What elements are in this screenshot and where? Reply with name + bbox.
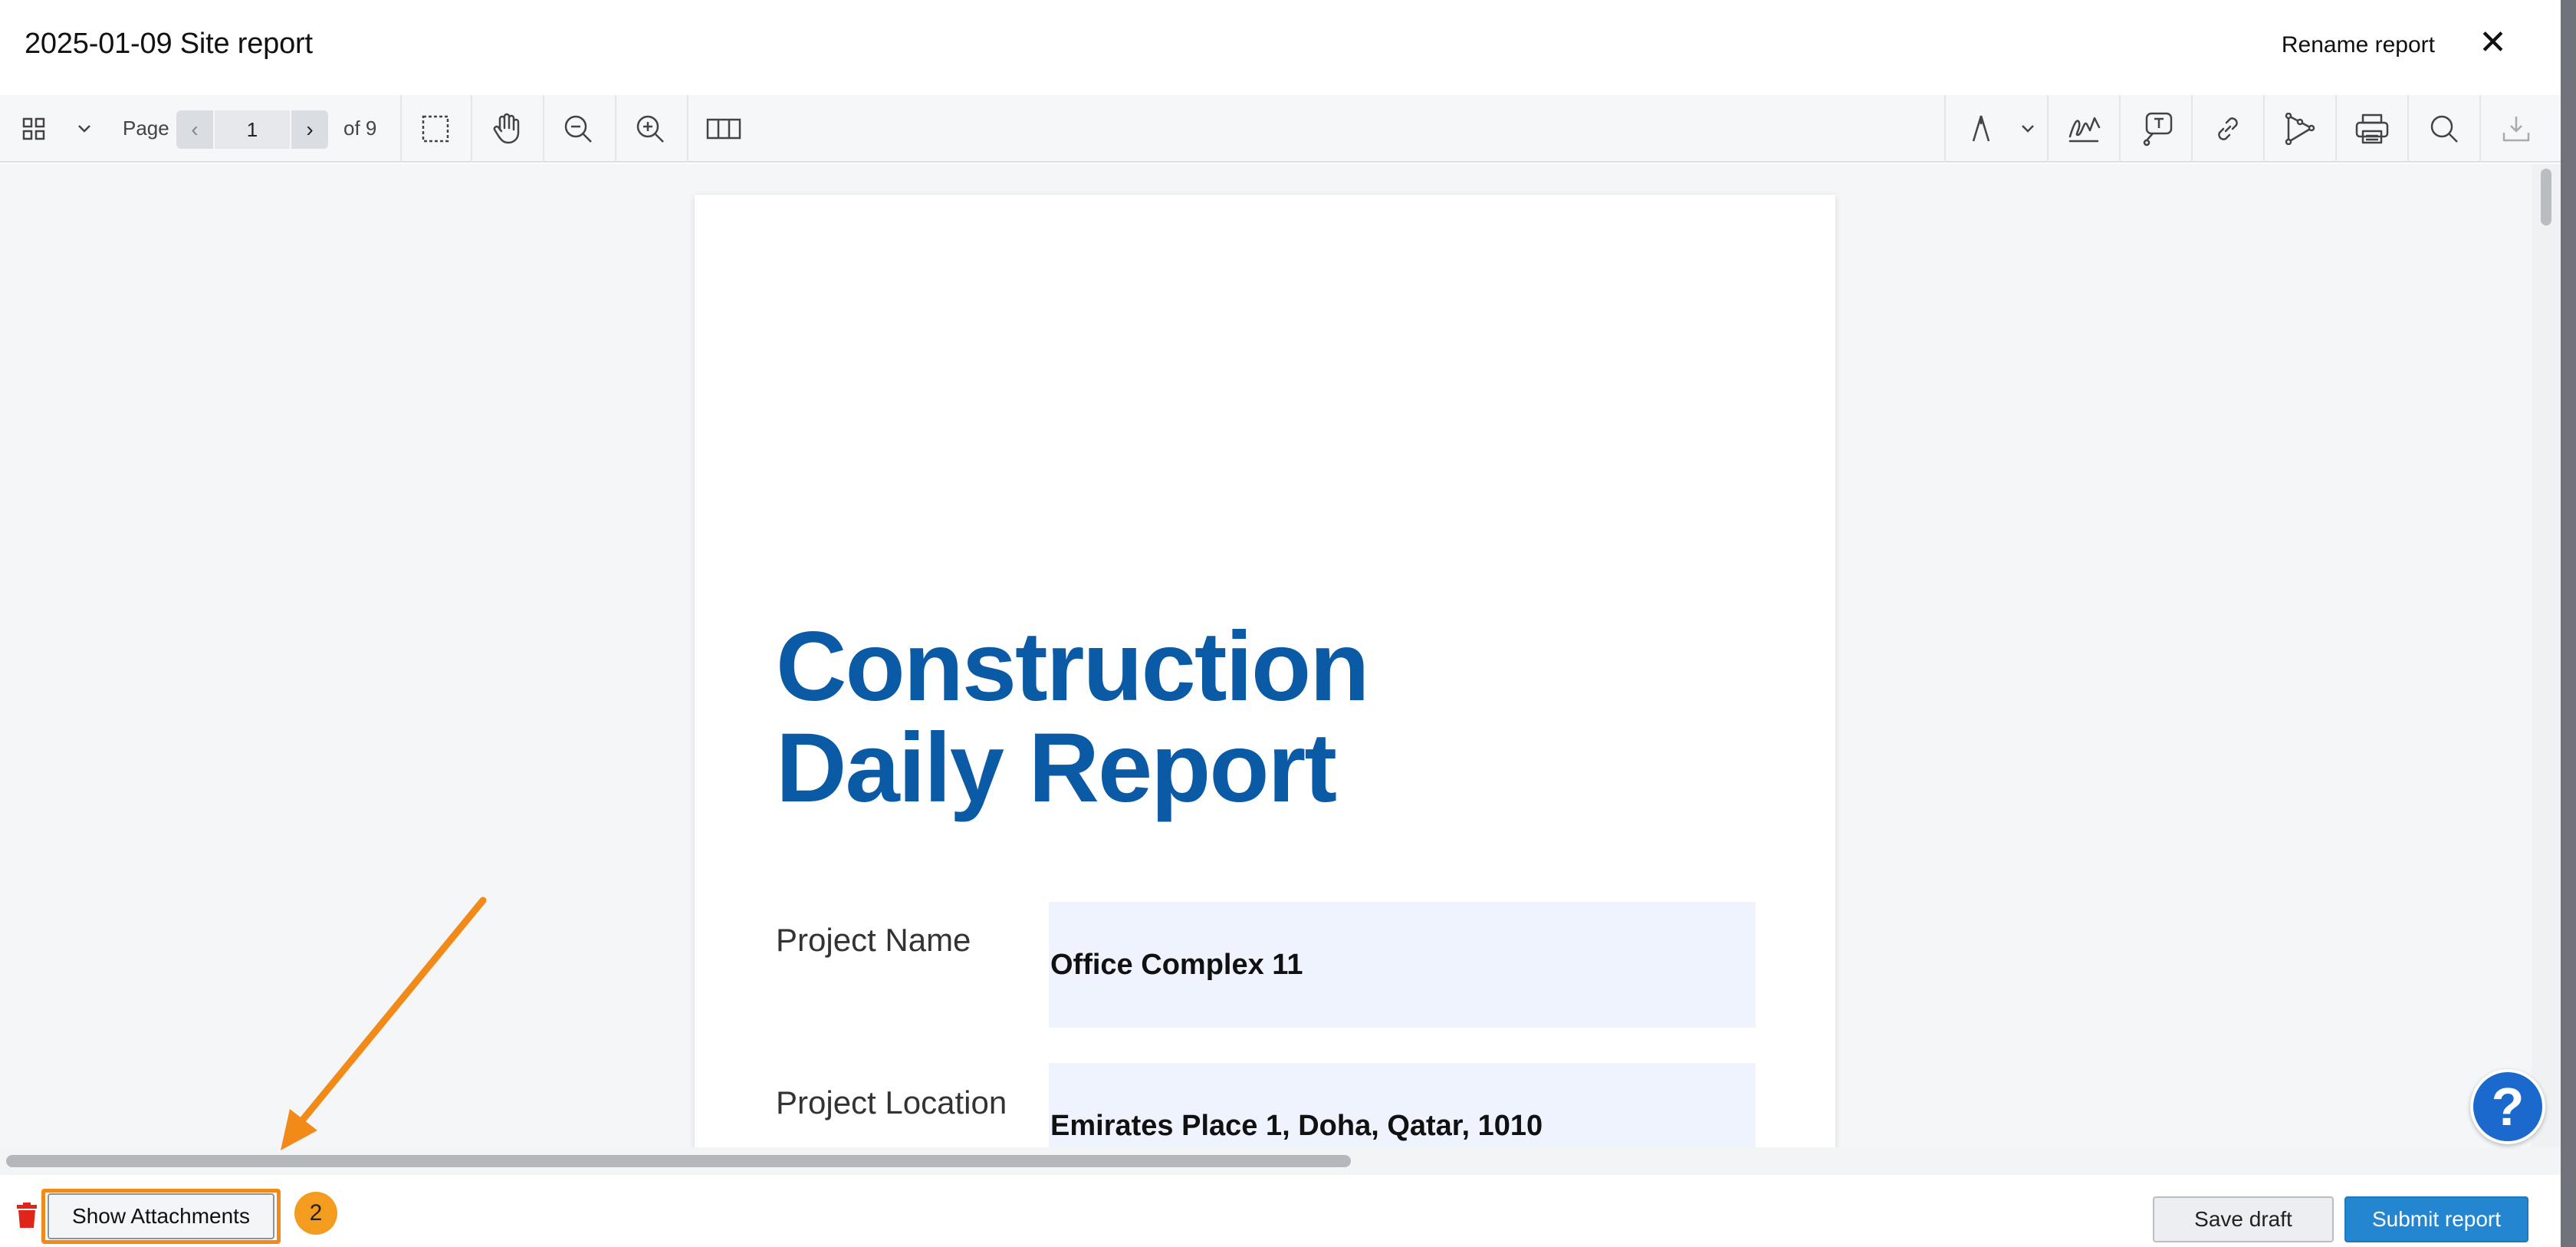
horizontal-scrollbar-thumb[interactable] [6,1155,1351,1167]
save-draft-button[interactable]: Save draft [2153,1196,2334,1242]
project-location-value: Emirates Place 1, Doha, Qatar, 1010 [1050,1109,1543,1142]
text-comment-icon[interactable] [2137,95,2176,163]
project-location-label: Project Location [776,1084,1007,1120]
print-icon[interactable] [2354,95,2390,163]
zoom-out-icon[interactable] [560,95,596,163]
report-title: 2025-01-09 Site report [25,28,313,60]
heading-line-1: Construction [776,612,1369,722]
vertical-scrollbar-thumb[interactable] [2541,169,2551,225]
report-viewer-app: 2025-01-09 Site report Rename report ✕ P… [0,0,2576,1247]
document-page: Construction Daily Report Project Name O… [695,195,1835,1147]
project-location-field[interactable]: Emirates Place 1, Doha, Qatar, 1010 [1049,1063,1756,1147]
project-name-value: Office Complex 11 [1050,948,1303,981]
project-name-field[interactable]: Office Complex 11 [1049,902,1756,1028]
horizontal-scrollbar[interactable] [0,1147,2561,1175]
title-bar: 2025-01-09 Site report Rename report ✕ [0,0,2561,95]
footer-bar: Show Attachments 2 Save draft Submit rep… [0,1175,2561,1247]
step-badge: 2 [294,1192,337,1235]
shape-tool-icon[interactable] [2282,95,2318,163]
download-icon[interactable] [2498,95,2535,163]
document-heading: Construction Daily Report [776,612,1369,823]
submit-report-button[interactable]: Submit report [2344,1196,2528,1242]
show-attachments-button[interactable]: Show Attachments [48,1193,274,1239]
page-count: of 9 [343,117,377,140]
chevron-down-icon[interactable] [71,95,98,163]
project-name-label: Project Name [776,922,971,958]
page-number-input[interactable] [215,110,290,149]
pen-chevron-down-icon[interactable] [2016,95,2039,163]
two-page-view-icon[interactable] [704,95,744,163]
search-icon[interactable] [2426,95,2463,163]
grid-view-icon[interactable] [15,95,52,163]
page-label: Page [123,117,169,140]
viewer-toolbar: Page ‹ › of 9 [0,95,2561,163]
close-icon[interactable]: ✕ [2479,26,2507,60]
zoom-in-icon[interactable] [632,95,669,163]
vertical-scrollbar[interactable] [2532,164,2561,1147]
next-page-button[interactable]: › [291,110,328,149]
pan-hand-icon[interactable] [488,95,524,163]
signature-icon[interactable] [2065,95,2104,163]
window-edge [2561,0,2576,1247]
document-viewer[interactable]: Construction Daily Report Project Name O… [0,164,2532,1147]
help-button[interactable]: ? [2470,1069,2545,1144]
heading-line-2: Daily Report [776,713,1337,823]
previous-page-button[interactable]: ‹ [176,110,213,149]
rename-report-button[interactable]: Rename report [2282,32,2435,58]
pen-icon[interactable] [1963,95,1999,163]
trash-icon[interactable] [15,1203,38,1232]
link-icon[interactable] [2210,95,2246,163]
selection-box-icon[interactable] [417,95,454,163]
